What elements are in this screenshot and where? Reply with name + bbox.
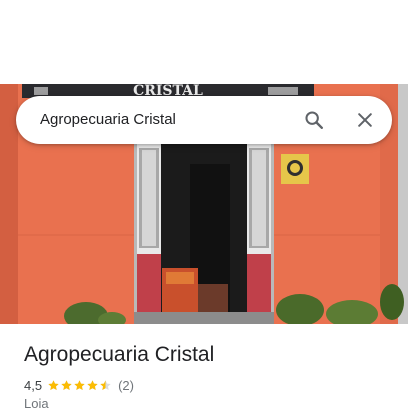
close-button[interactable] <box>349 104 381 136</box>
star-icon <box>74 379 85 390</box>
review-count[interactable]: (2) <box>118 378 134 393</box>
top-blank-area <box>0 0 408 84</box>
star-icon <box>100 379 111 390</box>
place-category: Loja <box>24 396 49 408</box>
close-icon <box>358 113 372 127</box>
maps-place-page: CRISTAL Agropecuaria Cristal Agropecuari… <box>0 0 408 408</box>
rating-row[interactable]: 4,5 (2) <box>24 376 134 394</box>
star-icon <box>48 379 59 390</box>
place-info-panel: Agropecuaria Cristal 4,5 (2) Loja <box>0 324 408 408</box>
place-title: Agropecuaria Cristal <box>24 343 215 366</box>
rating-value: 4,5 <box>24 377 43 393</box>
star-icon <box>61 379 72 390</box>
rating-stars <box>47 379 112 392</box>
star-icon <box>87 379 98 390</box>
search-button[interactable] <box>298 104 330 136</box>
search-input[interactable]: Agropecuaria Cristal <box>40 110 176 130</box>
search-icon <box>305 111 323 129</box>
search-box[interactable]: Agropecuaria Cristal <box>16 96 392 144</box>
